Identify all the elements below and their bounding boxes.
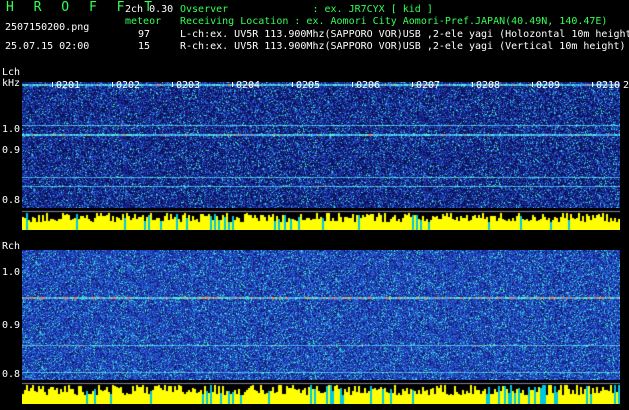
- version-label: 2ch 0.30: [125, 4, 174, 15]
- time-label: 0202: [116, 80, 141, 91]
- meteor-count-rch: 15: [138, 41, 151, 52]
- time-tick: [532, 82, 533, 87]
- rch-label: Rch: [2, 241, 21, 252]
- time-tick: [292, 82, 293, 87]
- lch-tick-1.0: 1.0: [2, 124, 21, 135]
- lch-info-line: L-ch:ex. UV5R 113.900Mhz(SAPPORO VOR)USB…: [180, 29, 629, 40]
- observer-line: Ovserver : ex. JR7CYX [ kid ]: [180, 4, 433, 15]
- filename-label: 2507150200.png: [5, 22, 90, 33]
- rch-tick-0.9: 0.9: [2, 320, 21, 331]
- datetime-label: 25.07.15 02:00: [5, 41, 90, 52]
- time-tick: [172, 82, 173, 87]
- time-tick: [592, 82, 593, 87]
- lch-level-bars: [22, 208, 620, 230]
- khz-unit-label: kHz: [2, 78, 21, 89]
- time-tick: [352, 82, 353, 87]
- time-tick: [112, 82, 113, 87]
- time-tick: [232, 82, 233, 87]
- time-tick: [412, 82, 413, 87]
- rch-info-line: R-ch:ex. UV5R 113.900Mhz(SAPPORO VOR)USB…: [180, 41, 626, 52]
- time-label-tail: 2: [623, 80, 629, 91]
- lch-waterfall: [22, 82, 620, 208]
- time-label: 0204: [236, 80, 261, 91]
- time-label: 0207: [416, 80, 441, 91]
- rch-level-bars: [22, 380, 620, 404]
- rch-tick-1.0: 1.0: [2, 267, 21, 278]
- time-label: 0201: [56, 80, 81, 91]
- time-tick: [52, 82, 53, 87]
- rch-tick-0.8: 0.8: [2, 369, 21, 380]
- location-line: Receiving Location : ex. Aomori City Aom…: [180, 16, 608, 27]
- time-label: 0206: [356, 80, 381, 91]
- lch-tick-0.8: 0.8: [2, 195, 21, 206]
- meteor-count-lch: 97: [138, 29, 151, 40]
- time-label: 0203: [176, 80, 201, 91]
- rch-waterfall: [22, 250, 620, 380]
- lch-label: Lch: [2, 67, 21, 78]
- time-tick: [472, 82, 473, 87]
- meteor-label: meteor: [125, 16, 162, 27]
- time-label: 0209: [536, 80, 561, 91]
- time-label: 0205: [296, 80, 321, 91]
- lch-tick-0.9: 0.9: [2, 145, 21, 156]
- time-label: 0208: [476, 80, 501, 91]
- time-label: 0210: [596, 80, 621, 91]
